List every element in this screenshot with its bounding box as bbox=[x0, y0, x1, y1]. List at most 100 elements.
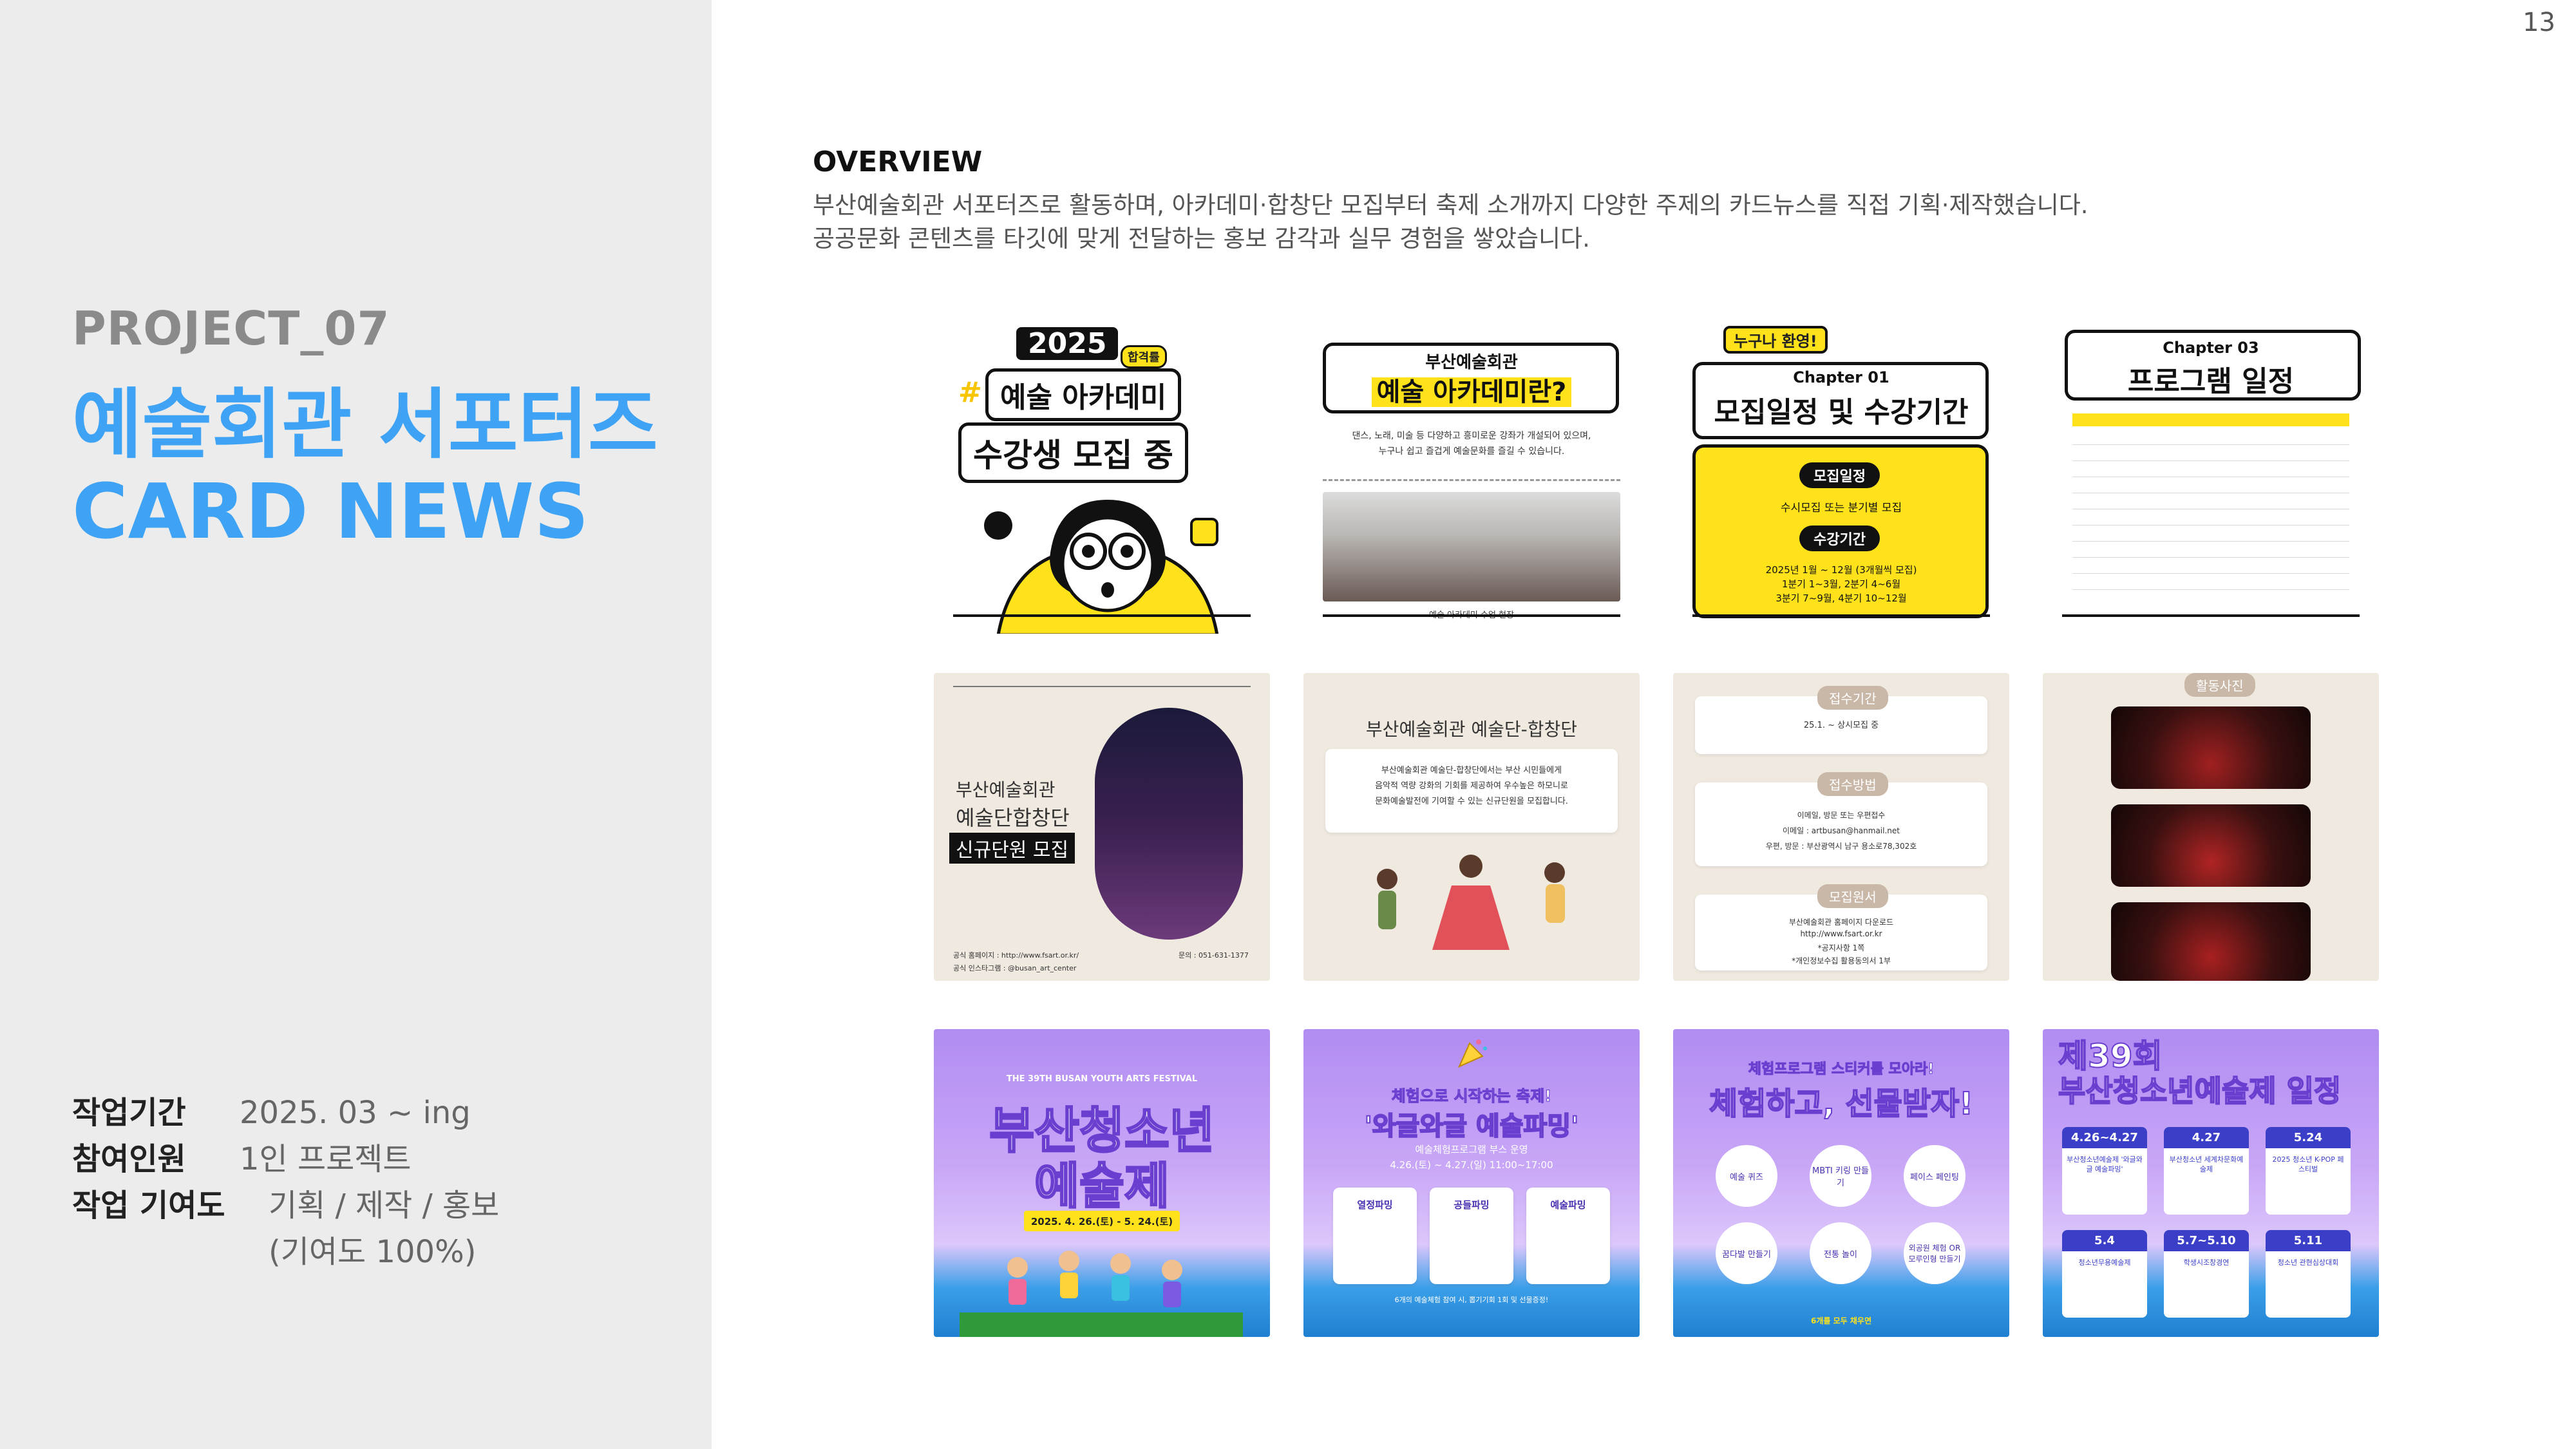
zone-label-2: 공들파밍 bbox=[1454, 1199, 1490, 1211]
period-text: 25.1. ~ 상시모집 중 bbox=[1803, 721, 1879, 730]
card-festival-farming[interactable]: 체험으로 시작하는 축제! '와글와글 예술파밍' 예술체험프로그램 부스 운영… bbox=[1303, 1029, 1640, 1337]
binocular-girl-illustration bbox=[984, 500, 1219, 634]
card-festival-schedule[interactable]: 제39회 부산청소년예술제 일정 4.26~4.27 부산청소년예술제 '와글와글… bbox=[2043, 1029, 2379, 1337]
card-choir-intro[interactable]: 부산예술회관 예술단-합창단 부산예술회관 예술단-합창단에서는 부산 시민들에… bbox=[1303, 673, 1640, 981]
singers-illustration bbox=[1377, 855, 1565, 950]
form-text-b: http://www.fsart.or.kr bbox=[1800, 929, 1882, 938]
project-title-line1: 예술회관 서포터즈 bbox=[72, 380, 658, 469]
meta-value: 기획 / 제작 / 홍보 bbox=[269, 1188, 500, 1224]
form-text-d: *개인정보수집 활용동의서 1부 bbox=[1792, 956, 1891, 965]
meta-key: 참여인원 bbox=[72, 1141, 186, 1177]
festival-dates: 2025. 4. 26.(토) - 5. 24.(토) bbox=[1030, 1216, 1173, 1227]
choir-intro-title: 부산예술회관 예술단-합창단 bbox=[1365, 719, 1578, 740]
page-number: 13 bbox=[2523, 8, 2555, 37]
card-choir-photos[interactable]: 활동사진 bbox=[2043, 673, 2379, 981]
card-choir-recruit[interactable]: 부산예술회관 예술단합창단 신규단원 모집 공식 홈페이지 : http://w… bbox=[934, 673, 1270, 981]
schedule-box: 5.24 2025 청소년 K-POP 페스티벌 bbox=[2266, 1127, 2351, 1215]
festival-line2: 예술제 bbox=[1034, 1157, 1171, 1216]
farming-sub1: 예술체험프로그램 부스 운영 bbox=[1415, 1144, 1528, 1155]
card-academy-schedule[interactable]: 누구나 환영! Chapter 01 모집일정 및 수강기간 모집일정 수시모집… bbox=[1673, 326, 2009, 634]
schedule-date: 5.24 bbox=[2266, 1127, 2351, 1148]
meta-contribution: 작업 기여도 기획 / 제작 / 홍보 bbox=[72, 1180, 499, 1225]
schedule-box: 4.26~4.27 부산청소년예술제 '와글와글 예술파밍' bbox=[2062, 1127, 2147, 1215]
activity-photo-3 bbox=[2111, 902, 2311, 981]
zone-label-1: 열정파밍 bbox=[1357, 1199, 1393, 1211]
card-academy-recruit[interactable]: 2025 합격률 # 예술 아카데미 수강생 모집 중 bbox=[934, 326, 1270, 634]
meta-key: 작업 기여도 bbox=[72, 1188, 225, 1224]
card-baseline bbox=[1323, 614, 1620, 617]
welcome-badge: 누구나 환영! bbox=[1723, 326, 1828, 354]
intro-body1: 댄스, 노래, 미술 등 다양하고 흥미로운 강좌가 개설되어 있으며, bbox=[1352, 431, 1591, 441]
card-choir-apply[interactable]: 접수기간 25.1. ~ 상시모집 중 접수방법 이메일, 방문 또는 우편접수… bbox=[1673, 673, 2009, 981]
sidebar: PROJECT_07 예술회관 서포터즈 CARD NEWS 작업기간 2025.… bbox=[0, 0, 712, 1449]
table-header bbox=[2072, 413, 2349, 426]
program-table bbox=[2072, 429, 2349, 603]
intro-top-label: 부산예술회관 bbox=[1425, 353, 1518, 372]
activity-photo-1 bbox=[2111, 706, 2311, 789]
form-text-a: 부산예술회관 홈페이지 다운로드 bbox=[1788, 918, 1894, 927]
choir-line3: 신규단원 모집 bbox=[949, 833, 1075, 864]
farming-line1: 체험으로 시작하는 축제! bbox=[1391, 1087, 1552, 1106]
schedule-text: 청소년 관현심상대회 bbox=[2277, 1258, 2339, 1267]
choir-body2: 음악적 역량 강화의 기회를 제공하여 우수높은 하모니로 bbox=[1375, 781, 1568, 791]
schedule-box: 4.27 부산청소년 세계차문화예술제 bbox=[2164, 1127, 2249, 1215]
meta-value: 1인 프로젝트 bbox=[240, 1141, 412, 1177]
schedule-date: 5.11 bbox=[2266, 1230, 2351, 1251]
sticker-circle: 예술 퀴즈 bbox=[1716, 1145, 1777, 1207]
period-tag: 접수기간 bbox=[1817, 686, 1888, 710]
intro-title: 예술 아카데미란? bbox=[1371, 377, 1572, 407]
year-badge: 2025 bbox=[1016, 327, 1119, 360]
form-tag: 모집원서 bbox=[1817, 884, 1888, 908]
intro-body2: 누구나 쉽고 즐겁게 예술문화를 즐길 수 있습니다. bbox=[1378, 446, 1565, 457]
activity-photo-2 bbox=[2111, 804, 2311, 887]
choir-body1: 부산예술회관 예술단-합창단에서는 부산 시민들에게 bbox=[1381, 766, 1562, 775]
card-festival-stickers[interactable]: 체험프로그램 스티커를 모아라! 체험하고, 선물받자! 예술 퀴즈 MBTI … bbox=[1673, 1029, 2009, 1337]
chapter-label: Chapter 01 bbox=[1793, 368, 1889, 386]
schedule-text: 청소년무용예술제 bbox=[2078, 1258, 2131, 1267]
choir-line2: 예술단합창단 bbox=[956, 806, 1070, 830]
intro-note bbox=[1325, 749, 1618, 833]
schedule-box: 5.4 청소년무용예술제 bbox=[2062, 1230, 2147, 1318]
sticker-circle: 꿈다발 만들기 bbox=[1716, 1222, 1777, 1284]
schedule-text: 학생시조창경연 bbox=[2183, 1258, 2230, 1267]
card-festival-main[interactable]: THE 39TH BUSAN YOUTH ARTS FESTIVAL 부산청소년… bbox=[934, 1029, 1270, 1337]
sticker-circle: MBTI 키링 만들기 bbox=[1810, 1145, 1871, 1207]
pass-badge: 합격률 bbox=[1121, 345, 1167, 368]
period-text-b: 1분기 1~3월, 2분기 4~6월 bbox=[1781, 578, 1901, 590]
schedule-date: 5.7~5.10 bbox=[2164, 1230, 2249, 1251]
schedule-box: 5.7~5.10 학생시조창경연 bbox=[2164, 1230, 2249, 1318]
schedule-date: 5.4 bbox=[2062, 1230, 2147, 1251]
photos-tag: 활동사진 bbox=[2184, 673, 2255, 697]
meta-value: 2025. 03 ~ ing bbox=[240, 1095, 471, 1131]
footer-instagram: 공식 인스타그램 : @busan_art_center bbox=[953, 964, 1077, 972]
method-text-a: 이메일, 방문 또는 우편접수 bbox=[1797, 811, 1886, 820]
headline-line1: 예술 아카데미 bbox=[985, 368, 1182, 421]
sticker-circle: 전통 놀이 bbox=[1810, 1222, 1871, 1284]
method-text-c: 우편, 방문 : 부산광역시 남구 용소로78,302호 bbox=[1765, 842, 1917, 851]
dashed-divider bbox=[1323, 479, 1620, 481]
top-rule bbox=[953, 686, 1251, 687]
project-label: PROJECT_07 bbox=[72, 301, 390, 355]
schedule-text: 2025 청소년 K-POP 페스티벌 bbox=[2272, 1155, 2344, 1174]
card-academy-program[interactable]: Chapter 03 프로그램 일정 bbox=[2043, 326, 2379, 634]
jumping-kids-illustration bbox=[960, 1251, 1243, 1337]
period-text-a: 2025년 1월 ~ 12월 (3개월씩 모집) bbox=[1765, 564, 1917, 576]
choir-line1: 부산예술회관 bbox=[956, 779, 1056, 800]
farming-foot: 6개의 예술체험 참여 시, 뽑기기회 1회 및 선물증정! bbox=[1394, 1296, 1549, 1304]
singer-photo bbox=[1095, 708, 1243, 940]
overview-line2: 공공문화 콘텐츠를 타깃에 맞게 전달하는 홍보 감각과 실무 경험을 쌓았습니… bbox=[813, 225, 1590, 252]
stickers-line1: 체험프로그램 스티커를 모아라! bbox=[1748, 1061, 1935, 1078]
schedule-title: 모집일정 및 수강기간 bbox=[1714, 396, 1969, 429]
stickers-foot: 6개를 모두 채우면 bbox=[1811, 1316, 1871, 1325]
meta-period: 작업기간 2025. 03 ~ ing bbox=[72, 1087, 471, 1132]
project-title-line2: CARD NEWS bbox=[72, 467, 589, 556]
schedule-date: 4.27 bbox=[2164, 1127, 2249, 1148]
chapter-label: Chapter 03 bbox=[2163, 339, 2259, 357]
method-tag: 접수방법 bbox=[1817, 772, 1888, 796]
period-text-c: 3분기 7~9월, 4분기 10~12월 bbox=[1776, 592, 1907, 604]
recruit-text: 수시모집 또는 분기별 모집 bbox=[1780, 502, 1902, 515]
card-academy-intro[interactable]: 부산예술회관 예술 아카데미란? 댄스, 노래, 미술 등 다양하고 흥미로운 … bbox=[1303, 326, 1640, 634]
hash-mark: # bbox=[958, 376, 982, 409]
schedule-box: 5.11 청소년 관현심상대회 bbox=[2266, 1230, 2351, 1318]
form-text-c: *공지사항 1쪽 bbox=[1817, 943, 1865, 952]
